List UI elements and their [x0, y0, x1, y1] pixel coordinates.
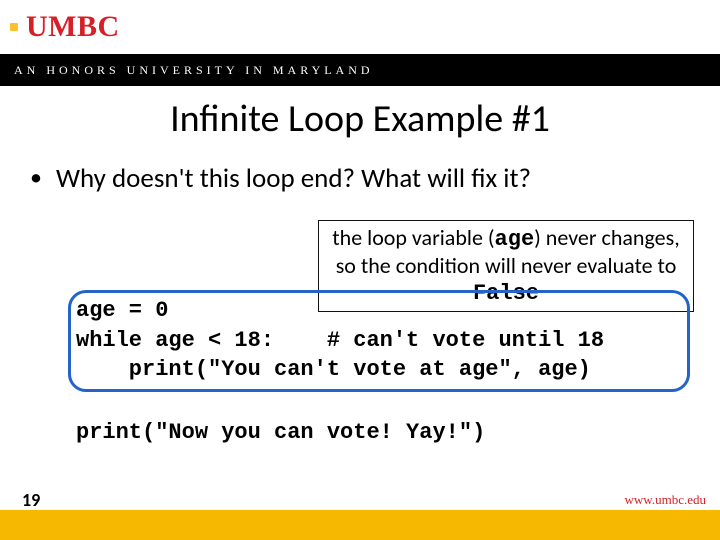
page-title: Infinite Loop Example #1 — [0, 96, 720, 142]
bullet-row: • Why doesn't this loop end? What will f… — [30, 162, 690, 195]
callout-var: age — [495, 227, 535, 252]
code-after: print("Now you can vote! Yay!") — [76, 420, 485, 445]
gold-bar — [0, 510, 720, 540]
slide: UMBC AN HONORS UNIVERSITY IN MARYLAND In… — [0, 0, 720, 540]
honors-bar: AN HONORS UNIVERSITY IN MARYLAND — [0, 54, 720, 86]
footer-top: 19 www.umbc.edu — [0, 490, 720, 510]
logo-row: UMBC — [0, 0, 720, 54]
slide-number: 19 — [22, 489, 40, 511]
org-subtitle: AN HONORS UNIVERSITY IN MARYLAND — [14, 63, 374, 78]
org-logo-text: UMBC — [26, 10, 120, 44]
footer-band: 19 www.umbc.edu — [0, 490, 720, 540]
header-band: UMBC AN HONORS UNIVERSITY IN MARYLAND — [0, 0, 720, 86]
code-boxed: age = 0 while age < 18: # can't vote unt… — [76, 296, 604, 385]
site-url: www.umbc.edu — [625, 492, 706, 508]
callout-prefix: the loop variable ( — [332, 224, 494, 251]
bullet-icon: • — [30, 166, 42, 190]
bullet-text: Why doesn't this loop end? What will fix… — [56, 162, 531, 195]
logo-bullet-icon — [10, 23, 18, 31]
